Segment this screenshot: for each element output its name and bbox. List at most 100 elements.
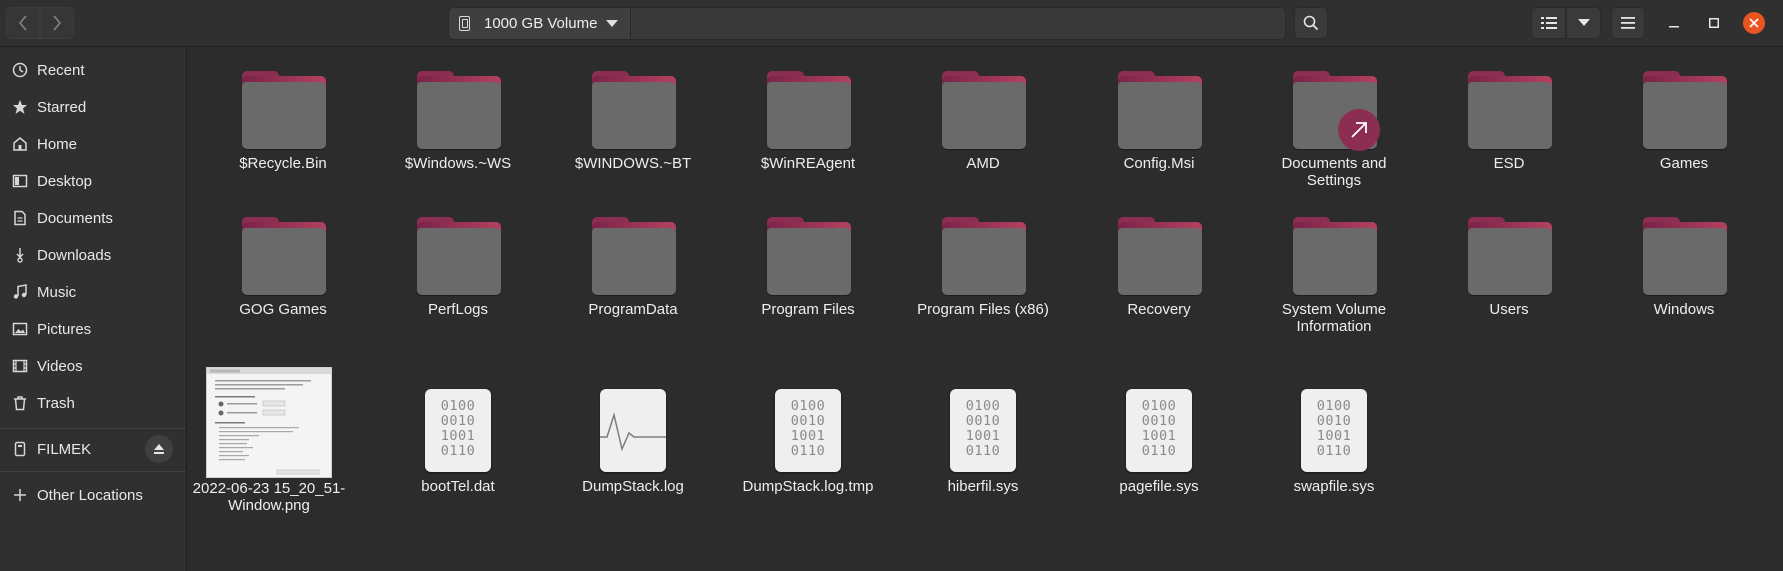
folder-item[interactable]: Program Files (x86)	[908, 216, 1058, 336]
sidebar-item-label: Downloads	[37, 246, 112, 264]
folder-icon	[1118, 216, 1202, 295]
sidebar-item-documents[interactable]: Documents	[0, 200, 186, 236]
file-item[interactable]: DumpStack.log	[558, 389, 708, 509]
sidebar-item-downloads[interactable]: Downloads	[0, 237, 186, 273]
folder-icon	[942, 216, 1026, 295]
eject-icon	[154, 444, 164, 454]
folder-item[interactable]: Users	[1434, 216, 1584, 336]
file-item[interactable]: 2022-06-23 15_20_51-Window.png	[193, 367, 350, 517]
folder-item[interactable]: Games	[1609, 70, 1759, 190]
eject-button[interactable]	[145, 435, 173, 463]
folder-item[interactable]: $WinREAgent	[733, 70, 883, 190]
trash-icon	[12, 395, 28, 411]
image-thumbnail	[206, 367, 332, 478]
folder-item[interactable]: $Windows.~WS	[383, 70, 533, 190]
sidebar-item-pictures[interactable]: Pictures	[0, 311, 186, 347]
file-name: Windows	[1653, 301, 1715, 318]
location-label: 1000 GB Volume	[484, 15, 598, 32]
file-item[interactable]: 0100 0010 1001 0110 hiberfil.sys	[908, 389, 1058, 509]
clock-icon	[12, 62, 28, 78]
back-button[interactable]	[6, 7, 40, 39]
folder-item[interactable]: Program Files	[733, 216, 883, 336]
folder-icon	[1293, 70, 1380, 151]
file-name: pagefile.sys	[1119, 478, 1199, 495]
folder-icon	[1293, 216, 1377, 295]
music-icon	[12, 284, 28, 300]
maximize-button[interactable]	[1703, 12, 1725, 34]
folder-item[interactable]: $Recycle.Bin	[208, 70, 358, 190]
folder-icon	[767, 70, 851, 149]
folder-icon	[1643, 70, 1727, 149]
folder-item[interactable]: System Volume Information	[1259, 216, 1409, 356]
close-icon	[1749, 18, 1759, 28]
folder-item[interactable]: $WINDOWS.~BT	[558, 70, 708, 190]
file-name: AMD	[966, 155, 1000, 172]
file-name: $Recycle.Bin	[239, 155, 327, 172]
list-view-button[interactable]	[1531, 7, 1566, 39]
folder-item[interactable]: Recovery	[1084, 216, 1234, 336]
minimize-button[interactable]	[1663, 12, 1685, 34]
binary-file-icon: 0100 0010 1001 0110	[950, 389, 1016, 472]
symlink-arrow-icon	[1338, 109, 1380, 151]
file-item[interactable]: 0100 0010 1001 0110 swapfile.sys	[1259, 389, 1409, 509]
file-name: Program Files	[761, 301, 855, 318]
sidebar-item-home[interactable]: Home	[0, 126, 186, 162]
desktop-icon	[12, 173, 28, 189]
sidebar-item-label: Music	[37, 283, 77, 301]
file-manager-window: 1000 GB Volume Recent Starred Home Deskt…	[0, 0, 1783, 571]
sidebar-item-filmek[interactable]: FILMEK	[0, 430, 186, 468]
folder-icon	[1468, 70, 1552, 149]
folder-item[interactable]: ProgramData	[558, 216, 708, 336]
file-grid: $Recycle.Bin $Windows.~WS $WINDOWS.~BT $…	[187, 47, 1783, 571]
folder-icon	[1118, 70, 1202, 149]
document-icon	[12, 210, 28, 226]
file-name: $WinREAgent	[760, 155, 856, 172]
file-name: swapfile.sys	[1293, 478, 1375, 495]
sidebar-item-trash[interactable]: Trash	[0, 385, 186, 421]
file-name: Games	[1659, 155, 1709, 172]
folder-item[interactable]: AMD	[908, 70, 1058, 190]
sidebar-item-music[interactable]: Music	[0, 274, 186, 310]
pictures-icon	[12, 321, 28, 337]
main-menu-button[interactable]	[1611, 7, 1645, 39]
chevron-down-icon	[606, 20, 618, 27]
sidebar-item-videos[interactable]: Videos	[0, 348, 186, 384]
file-name: Documents and Settings	[1281, 155, 1387, 189]
location-bar[interactable]: 1000 GB Volume	[448, 7, 1286, 40]
folder-item[interactable]: ESD	[1434, 70, 1584, 190]
search-icon	[1303, 15, 1319, 31]
folder-icon	[592, 216, 676, 295]
folder-icon	[1468, 216, 1552, 295]
sidebar-item-other-locations[interactable]: Other Locations	[0, 477, 186, 513]
symlink-folder-item[interactable]: Documents and Settings	[1259, 70, 1409, 210]
sidebar-item-label: Desktop	[37, 172, 93, 190]
file-name: $WINDOWS.~BT	[574, 155, 692, 172]
sidebar-item-starred[interactable]: Starred	[0, 89, 186, 125]
header-bar: 1000 GB Volume	[0, 0, 1783, 47]
folder-item[interactable]: Windows	[1609, 216, 1759, 336]
folder-item[interactable]: PerfLogs	[383, 216, 533, 336]
file-item[interactable]: 0100 0010 1001 0110 bootTel.dat	[383, 389, 533, 509]
binary-file-icon: 0100 0010 1001 0110	[1126, 389, 1192, 472]
file-name: PerfLogs	[427, 301, 489, 318]
file-item[interactable]: 0100 0010 1001 0110 pagefile.sys	[1084, 389, 1234, 509]
folder-item[interactable]: Config.Msi	[1084, 70, 1234, 190]
folder-item[interactable]: GOG Games	[208, 216, 358, 336]
view-options-button[interactable]	[1566, 7, 1601, 39]
file-name: Program Files (x86)	[917, 301, 1049, 318]
location-button[interactable]: 1000 GB Volume	[449, 8, 631, 39]
file-name: GOG Games	[239, 301, 327, 318]
search-button[interactable]	[1294, 7, 1328, 39]
file-name: Users	[1489, 301, 1529, 318]
home-icon	[12, 136, 28, 152]
binary-file-icon: 0100 0010 1001 0110	[425, 389, 491, 472]
folder-icon	[942, 70, 1026, 149]
sidebar-item-recent[interactable]: Recent	[0, 52, 186, 88]
sidebar-item-label: Documents	[37, 209, 113, 227]
folder-icon	[417, 70, 501, 149]
close-button[interactable]	[1743, 12, 1765, 34]
log-file-icon	[600, 389, 666, 472]
forward-button[interactable]	[40, 7, 74, 39]
sidebar-item-desktop[interactable]: Desktop	[0, 163, 186, 199]
file-item[interactable]: 0100 0010 1001 0110 DumpStack.log.tmp	[733, 389, 883, 509]
